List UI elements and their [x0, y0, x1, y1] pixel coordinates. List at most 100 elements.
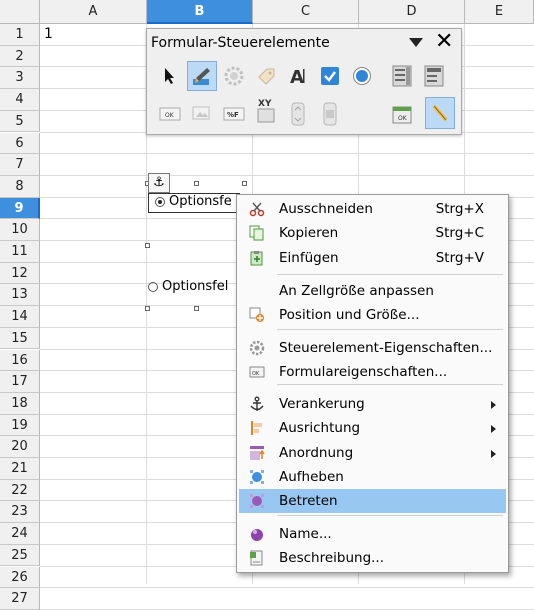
option-button-control[interactable]: Optionsfel [146, 279, 228, 294]
column-header-d[interactable]: D [359, 0, 465, 24]
context-menu: Ausschneiden Strg+X Kopieren Strg+C Einfügen… [236, 194, 509, 573]
row-header-5[interactable]: 5 [0, 110, 40, 133]
menu-item-ausschneiden[interactable]: Ausschneiden Strg+X [239, 197, 506, 221]
selection-handle[interactable] [194, 306, 199, 311]
control-wizards-icon[interactable] [219, 61, 249, 91]
form-design-icon[interactable]: OK [387, 99, 417, 129]
menu-item-anordnung[interactable]: Anordnung [239, 441, 506, 465]
row-header-16[interactable]: 16 [0, 349, 40, 372]
push-button-icon[interactable]: OK [155, 99, 185, 129]
menu-item-label: Position und Größe... [279, 307, 420, 323]
row-header-20[interactable]: 20 [0, 436, 40, 458]
design-mode-icon[interactable] [187, 61, 217, 91]
menu-item-beschreibung[interactable]: Beschreibung... [239, 546, 506, 570]
radio-selected-icon [155, 196, 165, 207]
menu-item-betreten[interactable]: Betreten [239, 489, 506, 513]
spin-button-icon[interactable] [283, 99, 313, 129]
row-header-6[interactable]: 6 [0, 132, 40, 155]
row-header-18[interactable]: 18 [0, 392, 40, 415]
row-header-12[interactable]: 12 [0, 262, 40, 285]
menu-item-name[interactable]: Name... [239, 522, 506, 546]
svg-text:OK: OK [398, 115, 408, 122]
selection-handle[interactable] [242, 181, 247, 186]
select-icon[interactable] [155, 61, 185, 91]
grid-line [40, 174, 534, 176]
menu-item-aufheben[interactable]: Aufheben [239, 465, 506, 489]
menu-item-steuerelement-eigenschaften[interactable]: Steuerelement-Eigenschaften... [239, 336, 506, 360]
column-header-a[interactable]: A [40, 0, 147, 24]
submenu-arrow-icon [491, 425, 496, 433]
row-header-13[interactable]: 13 [0, 284, 40, 307]
menu-item-label: Aufheben [279, 469, 344, 485]
column-header-c[interactable]: C [253, 0, 359, 24]
menu-item-label: Einfügen [279, 250, 339, 266]
checkbox-icon[interactable] [315, 61, 345, 91]
row-header-3[interactable]: 3 [0, 67, 40, 90]
label-icon[interactable]: A [283, 61, 313, 91]
selection-handle[interactable] [145, 243, 150, 248]
anchor-icon: ⚓ [148, 173, 170, 193]
listbox-icon[interactable] [387, 61, 417, 91]
enter-group-icon [249, 493, 265, 509]
row-header-11[interactable]: 11 [0, 241, 40, 263]
menu-item-shortcut: Strg+C [435, 225, 484, 241]
row-header-24[interactable]: 24 [0, 523, 40, 545]
toolbar-menu-dropdown-icon[interactable] [409, 38, 423, 47]
menu-item-an-zellgröße-anpassen[interactable]: An Zellgröße anpassen [239, 279, 506, 303]
menu-item-einfügen[interactable]: Einfügen Strg+V [239, 246, 506, 270]
row-header-25[interactable]: 25 [0, 544, 40, 567]
menu-separator [277, 384, 503, 385]
position-size-icon [249, 307, 265, 323]
row-header-23[interactable]: 23 [0, 501, 40, 524]
menu-item-label: Betreten [279, 493, 338, 509]
form-properties-icon: OK [249, 364, 265, 380]
close-icon[interactable]: ✕ [435, 30, 453, 54]
numeric-field-icon[interactable]: XY [251, 93, 281, 127]
row-header-8[interactable]: 8 [0, 175, 40, 198]
properties-icon[interactable] [251, 61, 281, 91]
row-header-17[interactable]: 17 [0, 371, 40, 393]
wizard-icon[interactable] [425, 97, 455, 129]
row-header-14[interactable]: 14 [0, 306, 40, 328]
option-button-icon[interactable] [347, 61, 377, 91]
select-all-corner[interactable] [0, 0, 40, 24]
option-button-control[interactable]: Optionsfe [148, 193, 240, 213]
menu-item-label: Ausrichtung [279, 420, 361, 436]
row-header-15[interactable]: 15 [0, 327, 40, 350]
row-header-2[interactable]: 2 [0, 45, 40, 68]
menu-item-kopieren[interactable]: Kopieren Strg+C [239, 221, 506, 245]
toolbar-title: Formular-Steuerelemente [151, 35, 330, 51]
image-button-icon[interactable] [187, 99, 217, 129]
menu-item-label: Kopieren [279, 225, 339, 241]
row-header-22[interactable]: 22 [0, 479, 40, 502]
description-icon [249, 550, 265, 566]
align-icon [249, 420, 265, 436]
row-header-21[interactable]: 21 [0, 458, 40, 480]
row-header-26[interactable]: 26 [0, 566, 40, 589]
combobox-icon[interactable] [419, 61, 449, 91]
row-header-27[interactable]: 27 [0, 588, 40, 610]
menu-item-label: Beschreibung... [279, 550, 385, 566]
svg-text:OK: OK [165, 112, 175, 119]
row-header-10[interactable]: 10 [0, 219, 40, 241]
submenu-arrow-icon [491, 401, 496, 409]
column-header-e[interactable]: E [465, 0, 534, 24]
selection-handle[interactable] [194, 181, 199, 186]
menu-item-verankerung[interactable]: Verankerung [239, 392, 506, 416]
grid-line [40, 153, 534, 155]
row-header-19[interactable]: 19 [0, 414, 40, 437]
menu-item-formulareigenschaften[interactable]: OK Formulareigenschaften... [239, 360, 506, 384]
column-header-b[interactable]: B [147, 0, 253, 24]
menu-item-position-und-größe[interactable]: Position und Größe... [239, 303, 506, 327]
control-properties-icon [249, 340, 265, 356]
formatted-field-icon[interactable]: %F [219, 99, 249, 129]
menu-item-ausrichtung[interactable]: Ausrichtung [239, 416, 506, 440]
scrollbar-icon[interactable] [315, 99, 345, 129]
row-header-1[interactable]: 1 [0, 24, 40, 46]
row-header-4[interactable]: 4 [0, 89, 40, 111]
svg-text:%F: %F [227, 111, 239, 119]
row-header-9[interactable]: 9 [0, 197, 40, 220]
row-header-7[interactable]: 7 [0, 154, 40, 176]
cell-a1[interactable]: 1 [44, 26, 53, 42]
selection-handle[interactable] [145, 306, 150, 311]
